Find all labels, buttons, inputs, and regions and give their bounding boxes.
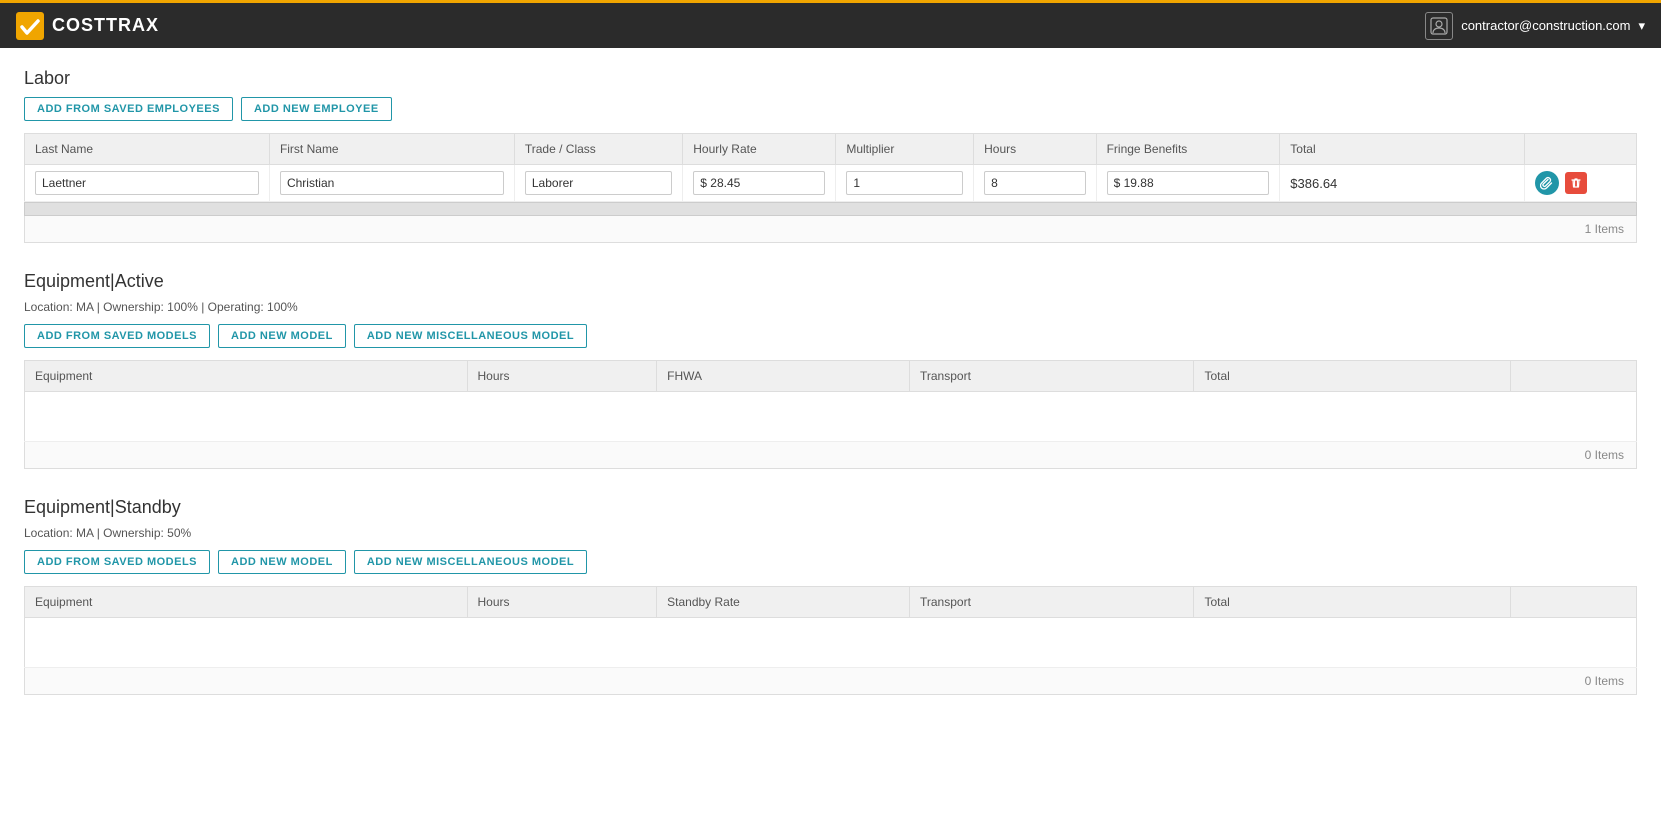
labor-fringe-input[interactable] bbox=[1107, 171, 1270, 195]
equipment-active-title: Equipment|Active bbox=[24, 271, 1637, 292]
equipment-active-table-wrapper: Equipment Hours FHWA Transport Total 0 I… bbox=[24, 360, 1637, 469]
eq-active-add-saved-button[interactable]: ADD FROM SAVED MODELS bbox=[24, 324, 210, 348]
labor-total-cell: $386.64 bbox=[1280, 165, 1525, 202]
labor-total-value: $386.64 bbox=[1290, 176, 1337, 191]
col-header-actions bbox=[1525, 134, 1637, 165]
labor-trade-input[interactable] bbox=[525, 171, 672, 195]
labor-first-name-input[interactable] bbox=[280, 171, 504, 195]
delete-icon[interactable] bbox=[1565, 172, 1587, 194]
col-header-standby-actions bbox=[1510, 587, 1636, 618]
labor-actions-cell bbox=[1525, 165, 1637, 202]
equipment-standby-table-wrapper: Equipment Hours Standby Rate Transport T… bbox=[24, 586, 1637, 695]
equipment-standby-title: Equipment|Standby bbox=[24, 497, 1637, 518]
col-header-multiplier: Multiplier bbox=[836, 134, 974, 165]
logo-checkmark-icon bbox=[16, 12, 44, 40]
equipment-standby-section: Equipment|Standby Location: MA | Ownersh… bbox=[24, 497, 1637, 695]
eq-active-add-new-button[interactable]: ADD NEW MODEL bbox=[218, 324, 346, 348]
attach-icon[interactable] bbox=[1535, 171, 1559, 195]
col-header-transport: Transport bbox=[910, 361, 1194, 392]
user-dropdown-icon: ▾ bbox=[1638, 18, 1645, 34]
eq-standby-add-saved-button[interactable]: ADD FROM SAVED MODELS bbox=[24, 550, 210, 574]
labor-item-count: 1 Items bbox=[24, 216, 1637, 243]
app-header: COSTTRAX contractor@construction.com ▾ bbox=[0, 0, 1661, 48]
col-header-eq-actions bbox=[1510, 361, 1636, 392]
labor-table-header-row: Last Name First Name Trade / Class Hourl… bbox=[25, 134, 1637, 165]
col-header-fringe-benefits: Fringe Benefits bbox=[1096, 134, 1280, 165]
labor-table: Last Name First Name Trade / Class Hourl… bbox=[24, 133, 1637, 202]
eq-active-header-row: Equipment Hours FHWA Transport Total bbox=[25, 361, 1637, 392]
labor-last-name-input[interactable] bbox=[35, 171, 259, 195]
eq-active-item-count: 0 Items bbox=[24, 442, 1637, 469]
col-header-last-name: Last Name bbox=[25, 134, 270, 165]
labor-trade-cell bbox=[514, 165, 682, 202]
user-email: contractor@construction.com bbox=[1461, 18, 1630, 33]
eq-standby-header-row: Equipment Hours Standby Rate Transport T… bbox=[25, 587, 1637, 618]
col-header-equipment: Equipment bbox=[25, 361, 468, 392]
labor-hours-cell bbox=[974, 165, 1096, 202]
col-header-fhwa: FHWA bbox=[657, 361, 910, 392]
labor-section: Labor ADD FROM SAVED EMPLOYEES ADD NEW E… bbox=[24, 68, 1637, 243]
labor-multiplier-cell bbox=[836, 165, 974, 202]
labor-btn-group: ADD FROM SAVED EMPLOYEES ADD NEW EMPLOYE… bbox=[24, 97, 1637, 121]
add-new-employee-button[interactable]: ADD NEW EMPLOYEE bbox=[241, 97, 392, 121]
col-header-standby-hours: Hours bbox=[467, 587, 657, 618]
labor-hourly-input[interactable] bbox=[693, 171, 825, 195]
labor-last-name-cell bbox=[25, 165, 270, 202]
user-avatar-icon bbox=[1425, 12, 1453, 40]
col-header-first-name: First Name bbox=[269, 134, 514, 165]
equipment-active-btn-group: ADD FROM SAVED MODELS ADD NEW MODEL ADD … bbox=[24, 324, 1637, 348]
equipment-standby-btn-group: ADD FROM SAVED MODELS ADD NEW MODEL ADD … bbox=[24, 550, 1637, 574]
equipment-standby-table: Equipment Hours Standby Rate Transport T… bbox=[24, 586, 1637, 668]
main-content: Labor ADD FROM SAVED EMPLOYEES ADD NEW E… bbox=[0, 48, 1661, 831]
col-header-standby-transport: Transport bbox=[910, 587, 1194, 618]
labor-table-row: $386.64 bbox=[25, 165, 1637, 202]
labor-scrollbar[interactable] bbox=[24, 202, 1637, 216]
eq-active-empty-cell bbox=[25, 392, 1637, 442]
labor-first-name-cell bbox=[269, 165, 514, 202]
add-from-saved-employees-button[interactable]: ADD FROM SAVED EMPLOYEES bbox=[24, 97, 233, 121]
logo-text: COSTTRAX bbox=[52, 15, 159, 36]
labor-hours-input[interactable] bbox=[984, 171, 1085, 195]
col-header-standby-equipment: Equipment bbox=[25, 587, 468, 618]
col-header-eq-total: Total bbox=[1194, 361, 1510, 392]
col-header-eq-hours: Hours bbox=[467, 361, 657, 392]
labor-table-wrapper: Last Name First Name Trade / Class Hourl… bbox=[24, 133, 1637, 243]
labor-action-icons bbox=[1535, 171, 1626, 195]
logo-area: COSTTRAX bbox=[16, 12, 159, 40]
equipment-standby-subtitle: Location: MA | Ownership: 50% bbox=[24, 526, 1637, 540]
col-header-standby-total: Total bbox=[1194, 587, 1510, 618]
eq-active-add-misc-button[interactable]: ADD NEW MISCELLANEOUS MODEL bbox=[354, 324, 587, 348]
labor-hourly-cell bbox=[683, 165, 836, 202]
eq-standby-empty-cell bbox=[25, 618, 1637, 668]
equipment-active-section: Equipment|Active Location: MA | Ownershi… bbox=[24, 271, 1637, 469]
eq-standby-empty-row bbox=[25, 618, 1637, 668]
labor-title: Labor bbox=[24, 68, 1637, 89]
user-menu[interactable]: contractor@construction.com ▾ bbox=[1425, 12, 1645, 40]
col-header-hourly-rate: Hourly Rate bbox=[683, 134, 836, 165]
labor-multiplier-input[interactable] bbox=[846, 171, 963, 195]
col-header-total: Total bbox=[1280, 134, 1525, 165]
eq-active-empty-row bbox=[25, 392, 1637, 442]
eq-standby-item-count: 0 Items bbox=[24, 668, 1637, 695]
col-header-trade: Trade / Class bbox=[514, 134, 682, 165]
eq-standby-add-misc-button[interactable]: ADD NEW MISCELLANEOUS MODEL bbox=[354, 550, 587, 574]
eq-standby-add-new-button[interactable]: ADD NEW MODEL bbox=[218, 550, 346, 574]
col-header-hours: Hours bbox=[974, 134, 1096, 165]
equipment-active-subtitle: Location: MA | Ownership: 100% | Operati… bbox=[24, 300, 1637, 314]
col-header-standby-rate: Standby Rate bbox=[657, 587, 910, 618]
labor-fringe-cell bbox=[1096, 165, 1280, 202]
equipment-active-table: Equipment Hours FHWA Transport Total bbox=[24, 360, 1637, 442]
